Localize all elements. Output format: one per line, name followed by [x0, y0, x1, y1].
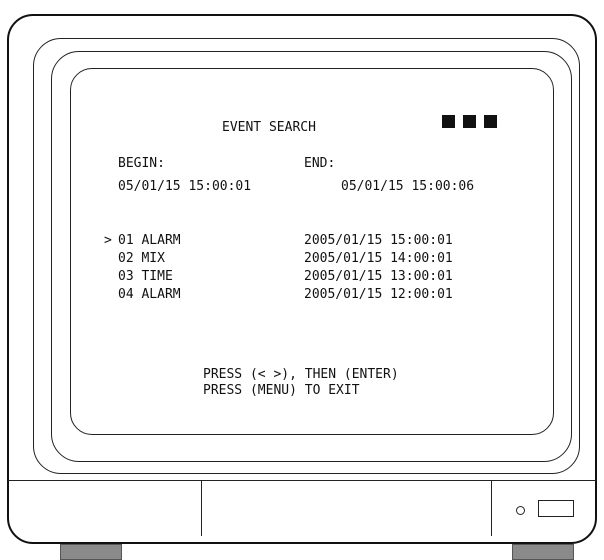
help-text-line1: PRESS (< >), THEN (ENTER): [203, 367, 399, 382]
event-datetime[interactable]: 2005/01/15 12:00:01: [304, 287, 453, 303]
event-label[interactable]: 01 ALARM: [118, 233, 181, 249]
event-label[interactable]: 04 ALARM: [118, 287, 181, 303]
event-datetime[interactable]: 2005/01/15 15:00:01: [304, 233, 453, 249]
monitor-base-separator-left: [201, 480, 202, 536]
end-label: END:: [304, 156, 336, 171]
event-label[interactable]: 03 TIME: [118, 269, 173, 285]
screen-title: EVENT SEARCH: [222, 120, 316, 135]
status-block-icon: [442, 115, 455, 128]
status-block-icon: [484, 115, 497, 128]
selection-cursor-icon: >: [104, 233, 112, 248]
monitor-foot-left: [60, 544, 122, 560]
monitor-foot-right: [512, 544, 574, 560]
status-block-icon: [463, 115, 476, 128]
event-datetime[interactable]: 2005/01/15 13:00:01: [304, 269, 453, 285]
monitor-base-divider: [8, 480, 596, 481]
help-text-line2: PRESS (MENU) TO EXIT: [203, 383, 360, 398]
power-led-icon: [516, 506, 525, 515]
power-button[interactable]: [538, 500, 574, 517]
event-label[interactable]: 02 MIX: [118, 251, 165, 267]
monitor-base-separator-right: [491, 480, 492, 536]
end-datetime[interactable]: 05/01/15 15:00:06: [341, 179, 474, 195]
begin-datetime[interactable]: 05/01/15 15:00:01: [118, 179, 251, 195]
begin-label: BEGIN:: [118, 156, 165, 171]
event-datetime[interactable]: 2005/01/15 14:00:01: [304, 251, 453, 267]
